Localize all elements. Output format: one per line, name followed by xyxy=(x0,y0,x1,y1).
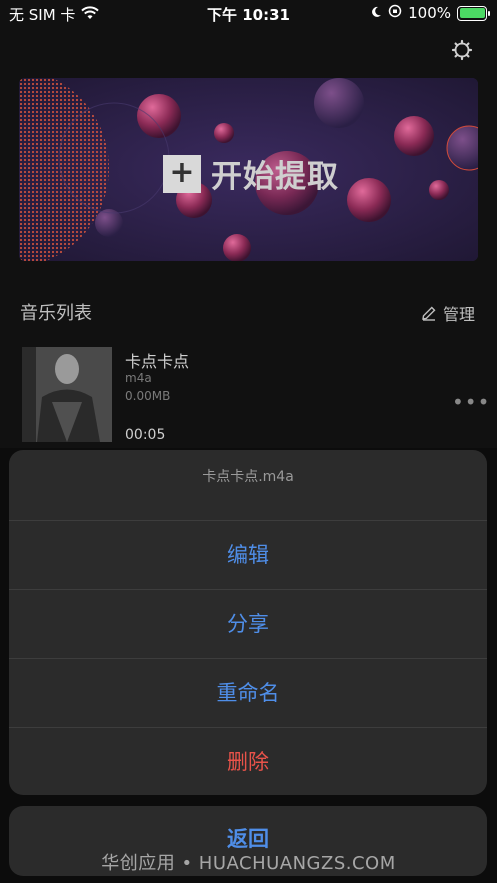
plus-icon: + xyxy=(163,154,201,193)
settings-button[interactable] xyxy=(450,38,474,62)
share-button[interactable]: 分享 xyxy=(9,589,487,658)
watermark: 华创应用 • HUACHUANGZS.COM xyxy=(101,853,396,874)
moon-icon xyxy=(370,4,382,22)
manage-label: 管理 xyxy=(442,305,475,324)
gear-icon xyxy=(451,39,473,61)
track-format: m4a xyxy=(125,371,152,385)
status-bar: 无 SIM 卡 下午 10:31 100% xyxy=(0,0,497,26)
list-item[interactable]: 卡点卡点 m4a 0.00MB 00:05 ••• xyxy=(0,340,497,450)
album-cover xyxy=(22,347,112,442)
action-sheet: 卡点卡点.m4a 编辑 分享 重命名 删除 xyxy=(9,450,487,795)
banner-cta[interactable]: + 开始提取 xyxy=(163,151,339,196)
music-list-title: 音乐列表 xyxy=(20,303,92,324)
battery-icon xyxy=(457,5,490,21)
track-size: 0.00MB xyxy=(125,389,171,403)
track-title: 卡点卡点 xyxy=(125,352,190,371)
status-right: 100% xyxy=(370,4,490,22)
orientation-lock-icon xyxy=(388,4,402,22)
battery-percent: 100% xyxy=(408,4,451,22)
action-sheet-title: 卡点卡点.m4a xyxy=(202,469,294,485)
more-options-icon[interactable]: ••• xyxy=(452,390,490,414)
edit-button[interactable]: 编辑 xyxy=(9,520,487,589)
rename-button[interactable]: 重命名 xyxy=(9,658,487,727)
start-extract-label: 开始提取 xyxy=(211,159,339,195)
track-duration: 00:05 xyxy=(125,427,166,443)
delete-button[interactable]: 删除 xyxy=(9,727,487,795)
manage-button[interactable]: 管理 xyxy=(421,301,475,325)
edit-pencil-icon xyxy=(422,306,436,321)
start-extract-banner[interactable]: + 开始提取 xyxy=(19,78,478,261)
